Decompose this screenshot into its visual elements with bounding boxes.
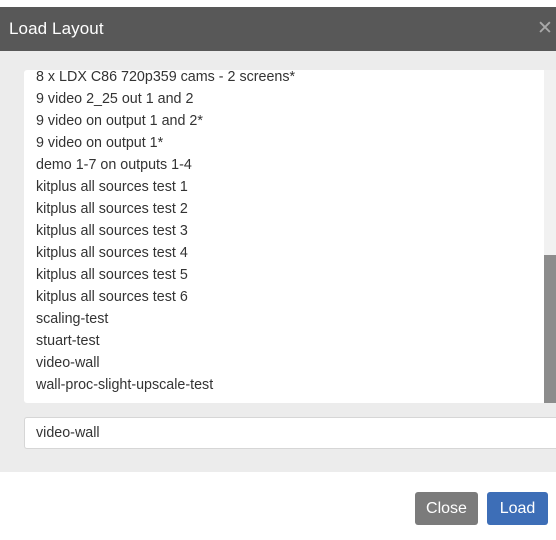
load-button[interactable]: Load bbox=[487, 492, 548, 525]
list-item[interactable]: video-wall bbox=[36, 355, 100, 371]
list-item[interactable]: stuart-test bbox=[36, 333, 100, 349]
list-item[interactable]: kitplus all sources test 1 bbox=[36, 179, 188, 195]
list-scrollbar[interactable] bbox=[544, 70, 556, 403]
list-item[interactable]: 9 video on output 1* bbox=[36, 135, 163, 151]
scrollbar-thumb[interactable] bbox=[544, 255, 556, 403]
list-item[interactable]: wall-proc-slight-upscale-test bbox=[36, 377, 213, 393]
list-item[interactable]: 8 x LDX C86 720p359 cams - 2 screens* bbox=[36, 70, 295, 85]
close-icon[interactable]: ✕ bbox=[537, 19, 556, 39]
list-item[interactable]: 9 video 2_25 out 1 and 2 bbox=[36, 91, 193, 107]
list-item[interactable]: kitplus all sources test 6 bbox=[36, 289, 188, 305]
list-item[interactable]: kitplus all sources test 4 bbox=[36, 245, 188, 261]
dialog-title: Load Layout bbox=[9, 19, 104, 38]
list-item[interactable]: demo 1-7 on outputs 1-4 bbox=[36, 157, 192, 173]
layout-name-input[interactable] bbox=[24, 417, 556, 449]
list-item[interactable]: kitplus all sources test 5 bbox=[36, 267, 188, 283]
load-layout-dialog: Load Layout ✕ 8 x LDX C86 720p359 cams -… bbox=[0, 0, 556, 540]
list-item[interactable]: kitplus all sources test 2 bbox=[36, 201, 188, 217]
list-item[interactable]: 9 video on output 1 and 2* bbox=[36, 113, 203, 129]
layout-list[interactable]: 8 x LDX C86 720p359 cams - 2 screens* 9 … bbox=[24, 70, 544, 403]
close-button[interactable]: Close bbox=[415, 492, 478, 525]
list-item[interactable]: kitplus all sources test 3 bbox=[36, 223, 188, 239]
dialog-titlebar: Load Layout ✕ bbox=[0, 7, 556, 51]
list-item[interactable]: scaling-test bbox=[36, 311, 108, 327]
